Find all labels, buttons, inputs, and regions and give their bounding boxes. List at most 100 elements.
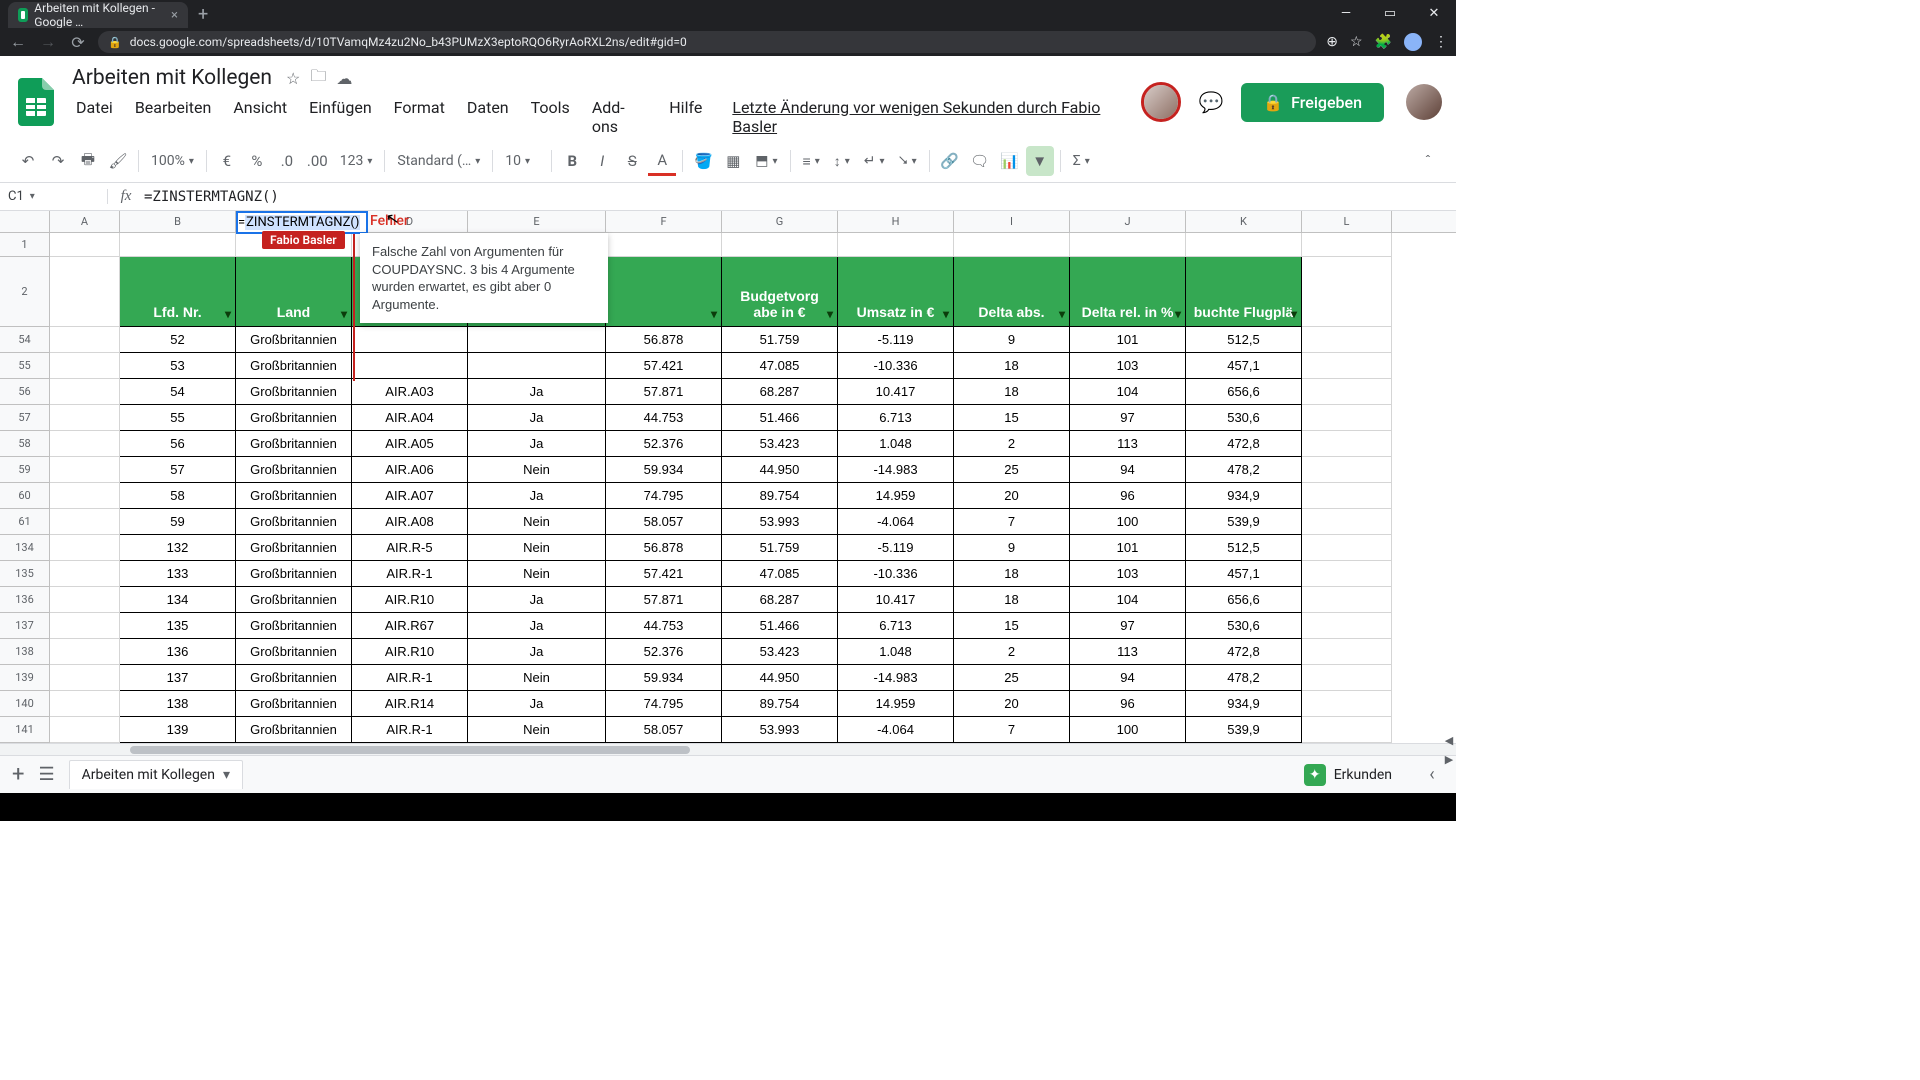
cell[interactable]: 934,9	[1186, 483, 1302, 509]
add-sheet-button[interactable]: +	[12, 762, 24, 787]
cell[interactable]	[954, 233, 1070, 257]
row-header[interactable]: 141	[0, 717, 50, 743]
cell[interactable]: 18	[954, 587, 1070, 613]
filter-icon[interactable]: ▼	[1026, 146, 1054, 176]
extensions-icon[interactable]: 🧩	[1375, 34, 1392, 50]
menu-einfuegen[interactable]: Einfügen	[301, 94, 380, 140]
cell[interactable]: 25	[954, 457, 1070, 483]
cell[interactable]: AIR.R-1	[352, 561, 468, 587]
comments-button[interactable]: 💬	[1191, 82, 1231, 122]
table-header[interactable]: ▾	[606, 257, 722, 327]
cell[interactable]: 44.753	[606, 405, 722, 431]
explore-button[interactable]: ✦ Erkunden	[1304, 764, 1392, 786]
cell[interactable]: 59.934	[606, 457, 722, 483]
cell[interactable]: Großbritannien	[236, 509, 352, 535]
cell[interactable]	[1302, 233, 1392, 257]
menu-ansicht[interactable]: Ansicht	[225, 94, 295, 140]
wrap-icon[interactable]: ↵▾	[858, 153, 891, 169]
cell[interactable]: 53.423	[722, 639, 838, 665]
cell[interactable]: 136	[120, 639, 236, 665]
cell[interactable]	[606, 233, 722, 257]
menu-datei[interactable]: Datei	[68, 94, 121, 140]
cell[interactable]: -5.119	[838, 535, 954, 561]
cell[interactable]: Großbritannien	[236, 457, 352, 483]
cell[interactable]: 100	[1070, 509, 1186, 535]
cell[interactable]: 52.376	[606, 431, 722, 457]
menu-addons[interactable]: Add-ons	[584, 94, 655, 140]
cell[interactable]: 52.376	[606, 639, 722, 665]
cell[interactable]: Nein	[468, 457, 606, 483]
filter-arrow-icon[interactable]: ▾	[827, 308, 833, 322]
merge-icon[interactable]: ⬒▾	[749, 153, 783, 169]
collaborator-avatar[interactable]	[1141, 82, 1181, 122]
col-header[interactable]: H	[838, 211, 954, 232]
filter-arrow-icon[interactable]: ▾	[1175, 308, 1181, 322]
cell[interactable]: 96	[1070, 483, 1186, 509]
halign-icon[interactable]: ≡▾	[797, 153, 826, 170]
cell[interactable]: Großbritannien	[236, 353, 352, 379]
strike-icon[interactable]: S	[618, 146, 646, 176]
cell[interactable]: 89.754	[722, 691, 838, 717]
cell[interactable]: Großbritannien	[236, 535, 352, 561]
cell[interactable]: Großbritannien	[236, 665, 352, 691]
cell[interactable]: 656,6	[1186, 379, 1302, 405]
cell[interactable]: Ja	[468, 613, 606, 639]
cell[interactable]: Ja	[468, 431, 606, 457]
cell[interactable]: 57.871	[606, 587, 722, 613]
italic-icon[interactable]: I	[588, 146, 616, 176]
menu-hilfe[interactable]: Hilfe	[661, 94, 710, 140]
cell[interactable]: AIR.A03	[352, 379, 468, 405]
cell[interactable]: 113	[1070, 639, 1186, 665]
cell[interactable]: 52	[120, 327, 236, 353]
table-header[interactable]: buchte Flugplä▾	[1186, 257, 1302, 327]
side-panel-toggle-icon[interactable]: ‹	[1420, 764, 1444, 785]
cell[interactable]: 20	[954, 483, 1070, 509]
text-color-icon[interactable]: A	[648, 146, 676, 176]
browser-menu-icon[interactable]: ⋮	[1434, 34, 1448, 50]
link-icon[interactable]: 🔗	[936, 146, 964, 176]
name-box[interactable]: C1 ▾	[0, 189, 108, 204]
cell[interactable]: 74.795	[606, 691, 722, 717]
cell[interactable]: 56.878	[606, 327, 722, 353]
cell[interactable]	[468, 353, 606, 379]
cell[interactable]: Ja	[468, 587, 606, 613]
cell[interactable]: Ja	[468, 483, 606, 509]
cell[interactable]: 58	[120, 483, 236, 509]
cell[interactable]: 68.287	[722, 379, 838, 405]
formula-input[interactable]: =ZINSTERMTAGNZ()	[144, 189, 1456, 205]
cell[interactable]: 457,1	[1186, 561, 1302, 587]
cell[interactable]: -14.983	[838, 457, 954, 483]
row-header[interactable]: 140	[0, 691, 50, 717]
cell[interactable]: AIR.R-5	[352, 535, 468, 561]
nav-reload-icon[interactable]: ⟳	[68, 33, 88, 52]
cell[interactable]: 57.871	[606, 379, 722, 405]
cell[interactable]: 14.959	[838, 483, 954, 509]
cell[interactable]: Nein	[468, 561, 606, 587]
cell[interactable]: 472,8	[1186, 431, 1302, 457]
cell[interactable]: Großbritannien	[236, 379, 352, 405]
window-maximize-icon[interactable]: ▭	[1368, 0, 1412, 28]
cell[interactable]	[1186, 233, 1302, 257]
row-header[interactable]: 137	[0, 613, 50, 639]
cell[interactable]: 97	[1070, 405, 1186, 431]
doc-title[interactable]: Arbeiten mit Kollegen	[68, 64, 276, 92]
cell[interactable]: 20	[954, 691, 1070, 717]
cell[interactable]: Großbritannien	[236, 691, 352, 717]
cell[interactable]: 10.417	[838, 379, 954, 405]
cell[interactable]: 94	[1070, 457, 1186, 483]
window-close-icon[interactable]: ✕	[1412, 0, 1456, 28]
bookmark-icon[interactable]: ☆	[1350, 34, 1363, 50]
cell[interactable]: Großbritannien	[236, 405, 352, 431]
cell[interactable]: Ja	[468, 379, 606, 405]
col-header[interactable]: B	[120, 211, 236, 232]
cell[interactable]: -4.064	[838, 509, 954, 535]
cell[interactable]: Großbritannien	[236, 327, 352, 353]
cell[interactable]: 9	[954, 535, 1070, 561]
cell[interactable]: 139	[120, 717, 236, 743]
zoom-select[interactable]: 100%▾	[145, 153, 200, 169]
select-all-corner[interactable]	[0, 211, 50, 232]
cell[interactable]: 134	[120, 587, 236, 613]
row-header[interactable]: 1	[0, 233, 50, 257]
cell[interactable]: 47.085	[722, 561, 838, 587]
cell[interactable]	[120, 233, 236, 257]
